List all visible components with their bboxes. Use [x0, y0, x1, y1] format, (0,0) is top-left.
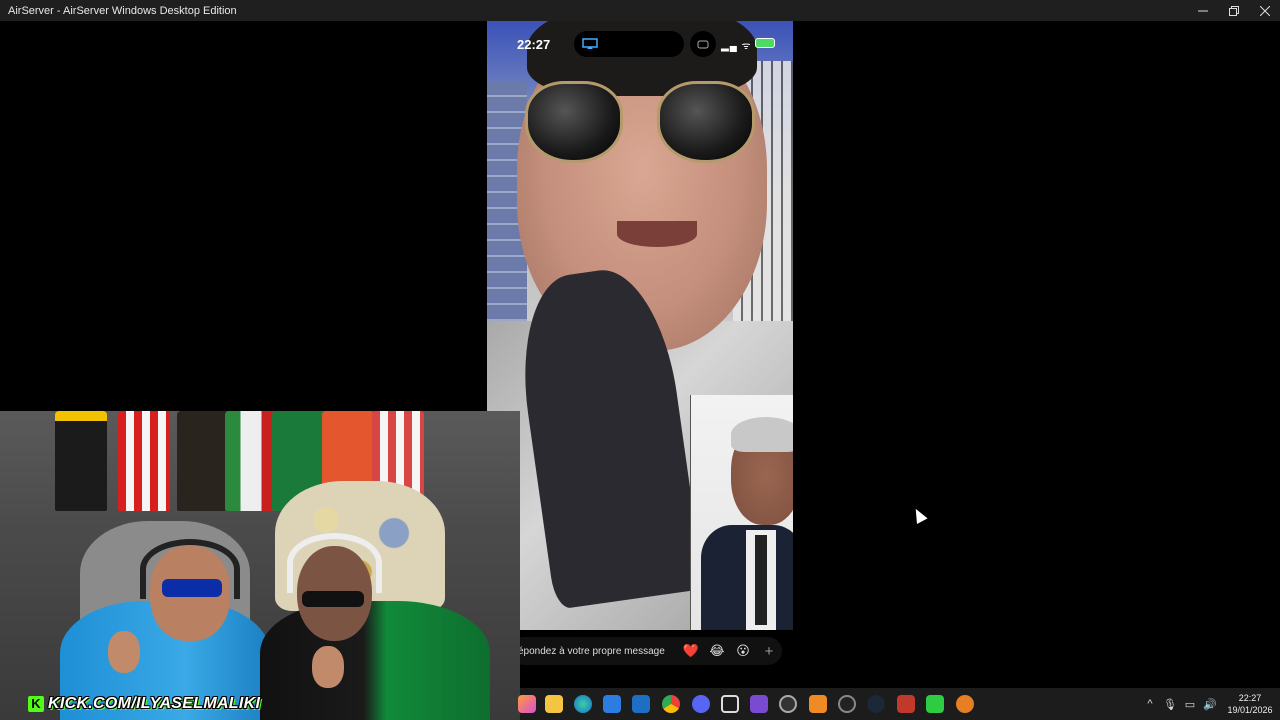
wall-jersey: [177, 411, 229, 511]
reaction-wow[interactable]: 😮: [730, 643, 756, 659]
wall-jersey: [118, 411, 170, 511]
facetime-icon: [697, 40, 709, 49]
video-person-mouth: [617, 221, 697, 247]
webcam-overlay: [0, 411, 520, 720]
pip-person-hair: [731, 417, 793, 452]
minimize-icon: [1197, 10, 1208, 11]
camera-indicator: [690, 31, 716, 57]
reaction-heart[interactable]: ❤️: [678, 643, 704, 659]
media-player-icon[interactable]: [926, 695, 944, 713]
minimize-button[interactable]: [1187, 0, 1218, 21]
reply-input[interactable]: épondez à votre propre message: [518, 646, 678, 657]
store-icon[interactable]: [603, 695, 621, 713]
streamer-hand: [312, 646, 344, 688]
sunglasses: [302, 591, 364, 607]
stream-url-overlay: K KICK.COM/ILYASELMALIKI: [28, 694, 260, 714]
microphone-icon[interactable]: 🎙: [1160, 698, 1180, 711]
sunglasses-lens: [657, 81, 755, 163]
pip-person-tie: [755, 535, 767, 625]
kick-logo-icon: K: [28, 696, 44, 712]
mouse-cursor-icon: [910, 506, 928, 524]
clock-time: 22:27: [1238, 693, 1262, 703]
app-icon[interactable]: [897, 695, 915, 713]
picture-in-picture-video[interactable]: [690, 395, 793, 630]
streamer-right-body: [260, 601, 490, 720]
title-bar: AirServer - AirServer Windows Desktop Ed…: [0, 0, 1280, 21]
discord-icon[interactable]: [692, 695, 710, 713]
file-explorer-icon[interactable]: [545, 695, 563, 713]
close-button[interactable]: [1249, 0, 1280, 21]
phone-clock: 22:27: [517, 37, 551, 52]
edge-icon[interactable]: [574, 695, 592, 713]
airserver-icon[interactable]: [721, 695, 739, 713]
network-icon[interactable]: ▭: [1180, 698, 1200, 711]
phone-status-bar: 22:27 ▂▄ ᯤ: [487, 21, 793, 67]
volume-icon[interactable]: 🔊: [1200, 698, 1220, 711]
clock-date: 19/01/2026: [1227, 705, 1273, 715]
system-clock[interactable]: 22:27 19/01/2026: [1220, 692, 1280, 716]
screen-mirror-icon: [582, 38, 598, 49]
mirrored-phone-screen[interactable]: 22:27 ▂▄ ᯤ: [487, 21, 793, 630]
signal-icon: ▂▄ ᯤ: [721, 41, 752, 52]
dynamic-island[interactable]: [574, 31, 684, 57]
add-reaction-button[interactable]: +: [756, 643, 782, 660]
app-icon[interactable]: [838, 695, 856, 713]
stream-url: KICK.COM/ILYASELMALIKI: [48, 695, 261, 712]
sunglasses: [162, 579, 222, 597]
airserver-window: AirServer - AirServer Windows Desktop Ed…: [0, 0, 1280, 720]
sunglasses-lens: [525, 81, 623, 163]
windows-taskbar: ^ 🎙 ▭ 🔊 22:27 19/01/2026: [518, 688, 1280, 720]
app-icon[interactable]: [956, 695, 974, 713]
system-tray: ^ 🎙 ▭ 🔊 22:27 19/01/2026: [1140, 688, 1280, 720]
close-icon: [1259, 5, 1270, 16]
headphones-icon: [287, 533, 382, 593]
app-icon[interactable]: [809, 695, 827, 713]
chrome-icon[interactable]: [662, 695, 680, 713]
battery-icon: [755, 38, 775, 48]
chevron-up-icon[interactable]: ^: [1140, 698, 1160, 710]
window-title: AirServer - AirServer Windows Desktop Ed…: [8, 4, 237, 17]
app-icon[interactable]: [779, 695, 797, 713]
outlook-icon[interactable]: [632, 695, 650, 713]
reaction-laugh[interactable]: 😂: [704, 643, 730, 659]
restore-button[interactable]: [1218, 0, 1249, 21]
app-icon[interactable]: [518, 695, 536, 713]
wall-jersey: [55, 411, 107, 511]
restore-icon: [1228, 5, 1239, 16]
steam-icon[interactable]: [867, 695, 885, 713]
game-controller-icon[interactable]: [750, 695, 768, 713]
reply-message-bar[interactable]: épondez à votre propre message ❤️ 😂 😮 +: [510, 637, 782, 665]
streamer-hand: [108, 631, 140, 673]
wall-jersey: [225, 411, 277, 511]
